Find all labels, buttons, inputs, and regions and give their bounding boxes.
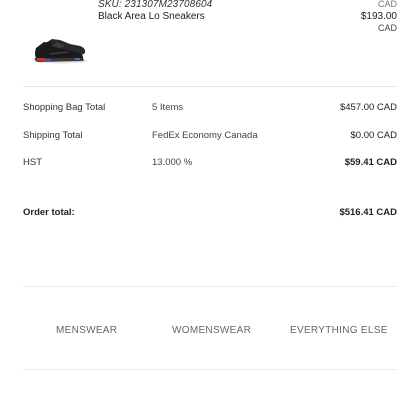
product-sku: SKU: 231307M23708604 [98, 0, 213, 10]
bag-total-amount: $457.00 CAD [339, 102, 397, 113]
sneaker-icon [34, 39, 88, 64]
product-currency: CAD [377, 23, 397, 33]
checkout-summary-page: SKU: 231307M23708604 Black Area Lo Sneak… [0, 0, 420, 420]
bag-total-items: 5 Items [152, 102, 184, 113]
order-total-amount: $516.41 CAD [339, 207, 397, 218]
tax-label: HST [23, 157, 42, 168]
product-name[interactable]: Black Area Lo Sneakers [98, 11, 205, 22]
shipping-row: Shipping Total FedEx Economy Canada $0.0… [23, 130, 397, 144]
divider [23, 86, 397, 87]
tax-rate: 13.000 % [152, 157, 193, 168]
everything-else-link[interactable]: EVERYTHING ELSE [290, 325, 388, 336]
shipping-label: Shipping Total [23, 130, 83, 141]
bag-total-row: Shopping Bag Total 5 Items $457.00 CAD [23, 102, 397, 116]
product-currency-top: CAD [377, 0, 397, 9]
sneaker-image[interactable] [30, 30, 92, 66]
product-item: SKU: 231307M23708604 Black Area Lo Sneak… [0, 0, 420, 76]
tax-row: HST 13.000 % $59.41 CAD [23, 157, 397, 171]
order-total-row: Order total: $516.41 CAD [23, 207, 397, 221]
womenswear-link[interactable]: WOMENSWEAR [172, 325, 251, 336]
order-total-label: Order total: [23, 207, 75, 218]
tax-amount: $59.41 CAD [344, 157, 397, 168]
product-price: $193.00 [360, 11, 397, 22]
menswear-link[interactable]: MENSWEAR [56, 325, 117, 336]
footer-nav: MENSWEAR WOMENSWEAR EVERYTHING ELSE [23, 286, 397, 370]
shipping-method: FedEx Economy Canada [152, 130, 258, 141]
shipping-amount: $0.00 CAD [350, 130, 397, 141]
bag-total-label: Shopping Bag Total [23, 102, 106, 113]
